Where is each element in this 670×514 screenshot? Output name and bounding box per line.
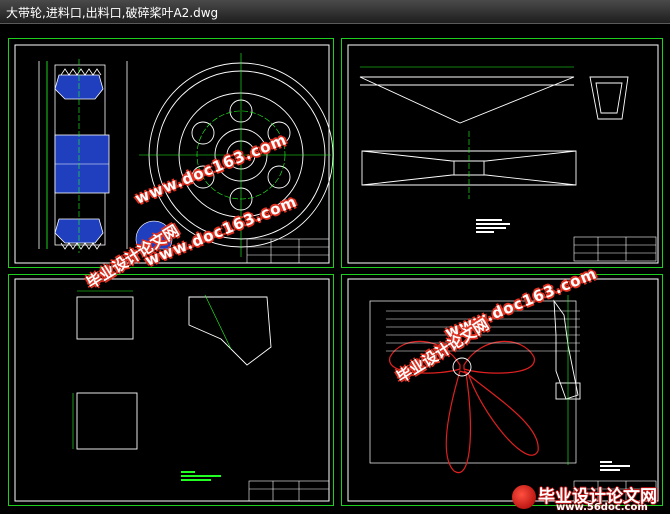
- sheet-pulley[interactable]: [8, 38, 334, 268]
- brand-logo-icon: [512, 485, 536, 509]
- sheet-inlet[interactable]: [341, 38, 663, 268]
- inlet-drawing: [347, 44, 659, 264]
- brand-url: www.56doc.com: [556, 502, 648, 513]
- blades-drawing: [347, 278, 659, 502]
- sheet-blades[interactable]: [341, 274, 663, 506]
- sheet-outlet[interactable]: [8, 274, 334, 506]
- outlet-drawing: [14, 278, 330, 502]
- site-brand: 毕业设计论文网 www.56doc.com: [508, 482, 670, 514]
- drawing-canvas[interactable]: www.doc163.com 毕业设计论文网 www.doc163.com ww…: [0, 24, 670, 514]
- pulley-drawing: [14, 44, 334, 264]
- window-title: 大带轮,进料口,出料口,破碎桨叶A2.dwg: [6, 6, 219, 20]
- window-titlebar: 大带轮,进料口,出料口,破碎桨叶A2.dwg: [0, 0, 670, 24]
